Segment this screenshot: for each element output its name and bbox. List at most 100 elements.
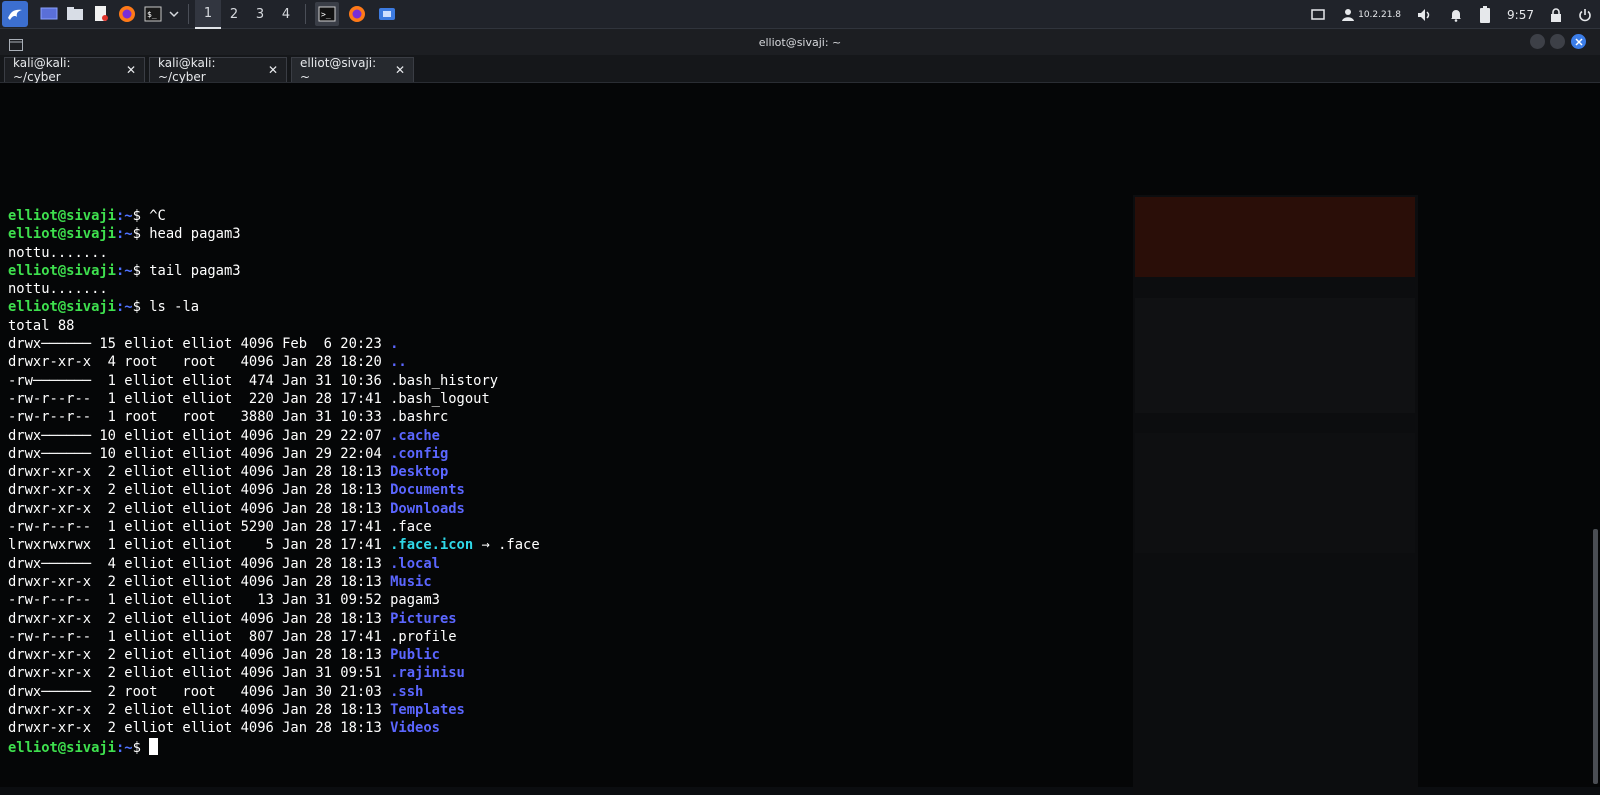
terminal-icon: $_: [144, 6, 162, 22]
prompt-path: :~: [115, 299, 133, 316]
ls-entry-meta: lrwxrwxrwx 1 elliot elliot 5 Jan 28 17:4…: [8, 537, 391, 554]
tab-close-icon[interactable]: ✕: [268, 63, 278, 77]
kali-dragon-icon: [8, 9, 22, 20]
ls-entry-meta: drwxr-xr-x 2 elliot elliot 4096 Jan 28 1…: [8, 500, 391, 517]
window-titlebar[interactable]: elliot@sivaji: ~: [0, 29, 1600, 55]
terminal-line: -rw-r--r-- 1 root root 3880 Jan 31 10:33…: [8, 408, 540, 426]
minimize-button[interactable]: [1530, 34, 1545, 49]
terminal-launcher[interactable]: $_: [141, 2, 165, 26]
workspace-4[interactable]: 4: [273, 0, 299, 29]
output-text: nottu.......: [8, 281, 108, 298]
command-text: ^C: [149, 208, 166, 224]
ls-entry-name: .face: [390, 519, 432, 536]
ls-entry-name: Videos: [390, 720, 440, 737]
ls-entry-name: Pictures: [390, 610, 457, 627]
background-window-ghost: [1135, 433, 1415, 553]
terminal-line: drwxr-xr-x 2 elliot elliot 4096 Jan 31 0…: [8, 664, 540, 682]
svg-text:>_: >_: [321, 10, 331, 19]
prompt-path: :~: [115, 226, 133, 243]
terminal-line: total 88: [8, 317, 540, 335]
ls-entry-meta: -rw-r--r-- 1 elliot elliot 807 Jan 28 17…: [8, 628, 391, 645]
clock[interactable]: 9:57: [1507, 8, 1534, 22]
ls-entry-name: Downloads: [390, 500, 465, 517]
terminal-viewport[interactable]: elliot@sivaji:~$ ^C elliot@sivaji:~$ head…: [0, 83, 1600, 795]
background-window-ghost: [1135, 298, 1415, 413]
ls-entry-meta: drwxr-xr-x 2 elliot elliot 4096 Jan 28 1…: [8, 702, 391, 719]
terminal-line: drwxr-xr-x 4 root root 4096 Jan 28 18:20…: [8, 353, 540, 371]
terminal-line: -rw-r--r-- 1 elliot elliot 13 Jan 31 09:…: [8, 591, 540, 609]
prompt-user: elliot@sivaji: [8, 299, 116, 316]
tab-label: kali@kali: ~/cyber: [158, 56, 216, 84]
workspace-1[interactable]: 1: [195, 0, 221, 29]
prompt-symbol: $: [132, 208, 150, 224]
ls-entry-meta: drwxr-xr-x 4 root root 4096 Jan 28 18:20: [8, 354, 391, 371]
close-button[interactable]: [1571, 34, 1586, 49]
ls-entry-meta: drwxr-xr-x 2 elliot elliot 4096 Jan 28 1…: [8, 647, 391, 664]
tab-label: kali@kali: ~/cyber: [13, 56, 71, 84]
ls-entry-meta: drwxr-xr-x 2 elliot elliot 4096 Jan 28 1…: [8, 573, 391, 590]
workspace-2[interactable]: 2: [221, 0, 247, 29]
panel-separator: [305, 4, 306, 24]
window-menu-icon[interactable]: [9, 36, 23, 55]
tab-close-icon[interactable]: ✕: [395, 63, 405, 77]
network-indicator[interactable]: 10.2.21.8: [1341, 8, 1401, 22]
window-title: elliot@sivaji: ~: [758, 35, 842, 49]
top-panel: $_ 1 2 3 4 >_ 10.2.21.8 9:57: [0, 0, 1600, 29]
taskbar-files[interactable]: [375, 2, 399, 26]
folder-icon: [379, 8, 395, 20]
prompt-user: elliot@sivaji: [8, 208, 116, 224]
kali-menu-button[interactable]: [2, 1, 28, 27]
ls-entry-name: Desktop: [390, 464, 449, 481]
text-editor-launcher[interactable]: [89, 2, 113, 26]
symlink-target: → .face: [473, 537, 540, 554]
ls-entry-meta: drwx────── 15 elliot elliot 4096 Feb 6 2…: [8, 336, 391, 353]
terminal-scrollbar[interactable]: [1593, 529, 1598, 784]
command-text: tail pagam3: [149, 262, 241, 279]
tab-elliot-sivaji[interactable]: elliot@sivaji: ~ ✕: [291, 56, 414, 84]
screen-icon[interactable]: [1311, 8, 1325, 21]
ls-entry-meta: drwx────── 10 elliot elliot 4096 Jan 29 …: [8, 445, 391, 462]
terminal-line: drwxr-xr-x 2 elliot elliot 4096 Jan 28 1…: [8, 463, 540, 481]
volume-icon[interactable]: [1417, 8, 1433, 22]
battery-icon[interactable]: [1479, 5, 1491, 24]
firefox-launcher[interactable]: [115, 2, 139, 26]
ls-entry-meta: -rw─────── 1 elliot elliot 474 Jan 31 10…: [8, 372, 391, 389]
workspace-3[interactable]: 3: [247, 0, 273, 29]
file-manager-launcher[interactable]: [63, 2, 87, 26]
show-desktop-button[interactable]: [37, 2, 61, 26]
system-tray: 10.2.21.8 9:57: [1303, 0, 1600, 29]
terminal-cursor: [149, 737, 159, 755]
ls-entry-meta: -rw-r--r-- 1 elliot elliot 13 Jan 31 09:…: [8, 592, 391, 609]
svg-text:$_: $_: [147, 10, 157, 19]
chevron-down-icon: [169, 11, 179, 18]
ls-entry-name: .profile: [390, 628, 457, 645]
tab-close-icon[interactable]: ✕: [126, 63, 136, 77]
ls-entry-meta: -rw-r--r-- 1 root root 3880 Jan 31 10:33: [8, 409, 391, 426]
firefox-icon: [119, 6, 135, 22]
ls-entry-meta: -rw-r--r-- 1 elliot elliot 220 Jan 28 17…: [8, 390, 391, 407]
prompt-symbol: $: [132, 299, 150, 316]
taskbar-firefox[interactable]: [345, 2, 369, 26]
terminal-line: nottu.......: [8, 244, 540, 262]
ls-entry-meta: drwx────── 2 root root 4096 Jan 30 21:03: [8, 683, 391, 700]
terminal-line: drwx────── 10 elliot elliot 4096 Jan 29 …: [8, 427, 540, 445]
launcher-dropdown[interactable]: [167, 2, 181, 26]
taskbar-terminal[interactable]: >_: [315, 2, 339, 26]
terminal-icon: [9, 39, 23, 51]
close-icon: [1574, 37, 1583, 46]
ls-entry-name: Templates: [390, 702, 465, 719]
lock-screen-icon[interactable]: [1550, 7, 1562, 22]
terminal-icon: >_: [318, 6, 336, 22]
ls-entry-meta: drwx────── 10 elliot elliot 4096 Jan 29 …: [8, 427, 391, 444]
output-text: total 88: [8, 317, 75, 334]
tab-kali-cyber-2[interactable]: kali@kali: ~/cyber ✕: [149, 56, 287, 84]
ls-entry-name: Music: [390, 573, 432, 590]
maximize-button[interactable]: [1550, 34, 1565, 49]
prompt-path: :~: [115, 739, 133, 756]
terminal-line: drwxr-xr-x 2 elliot elliot 4096 Jan 28 1…: [8, 481, 540, 499]
folder-icon: [67, 7, 83, 20]
power-icon[interactable]: [1578, 8, 1592, 22]
ls-entry-meta: drwxr-xr-x 2 elliot elliot 4096 Jan 28 1…: [8, 720, 391, 737]
tab-kali-cyber-1[interactable]: kali@kali: ~/cyber ✕: [4, 56, 145, 84]
notification-bell-icon[interactable]: [1449, 8, 1463, 22]
